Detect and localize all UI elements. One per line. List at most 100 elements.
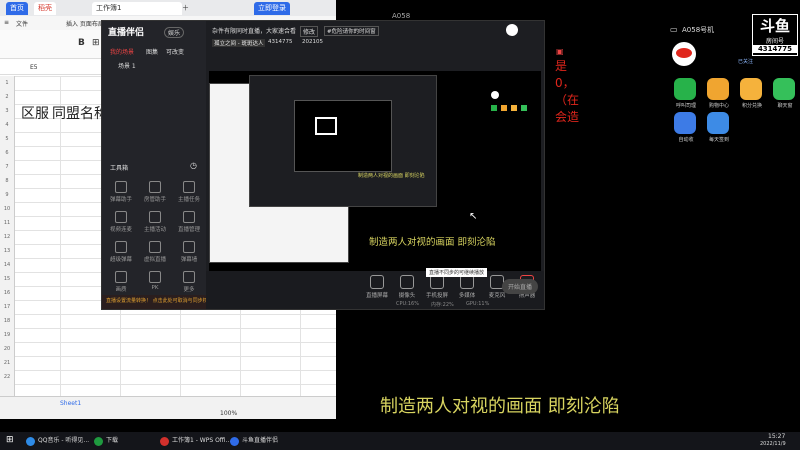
scene-tab-editable[interactable]: 可改变	[166, 47, 184, 56]
tool-icon	[183, 241, 195, 253]
avatar[interactable]	[506, 24, 518, 36]
tool-label: 视频连麦	[109, 227, 132, 233]
row-label[interactable]: 12	[0, 234, 14, 240]
taskbar-item-label: 下载	[106, 437, 119, 444]
row-label[interactable]: 7	[0, 164, 14, 170]
row-label[interactable]: 22	[0, 374, 14, 380]
row-label[interactable]: 13	[0, 248, 14, 254]
stream-preview[interactable]: 制造两人对视的画面 即刻沦陷 ↖ 制造两人对视的画面 即刻沦陷	[209, 71, 541, 271]
taskbar-item[interactable]: QQ音乐 - 听得见...	[24, 434, 100, 448]
room-badge[interactable]: #危险请你的时间窗	[324, 26, 379, 36]
wps-status-bar: Sheet1 100%	[0, 396, 336, 419]
sheet-tab[interactable]: Sheet1	[60, 400, 81, 407]
cell-a2[interactable]: 区服	[21, 103, 49, 123]
tool-icon	[115, 241, 127, 253]
tab-workbook[interactable]: 工作簿1	[92, 2, 182, 15]
tool-item[interactable]: 更多	[174, 271, 204, 293]
row-label[interactable]: 15	[0, 276, 14, 282]
app-icon[interactable]	[707, 112, 729, 134]
bottom-button[interactable]: 多媒体	[452, 275, 482, 299]
app-icon[interactable]	[707, 78, 729, 100]
preview-caption: 制造两人对视的画面 即刻沦陷	[369, 237, 496, 248]
row-label[interactable]: 19	[0, 332, 14, 338]
bottom-button-icon	[430, 275, 444, 289]
scene-item[interactable]: 场景 1	[118, 61, 136, 70]
tool-item[interactable]: 弹幕助手	[106, 181, 136, 203]
row-label[interactable]: 3	[0, 108, 14, 114]
tool-item[interactable]: 直播管理	[174, 211, 204, 233]
scene-tab-mine[interactable]: 我的场景	[110, 47, 134, 56]
red-line: 会造	[555, 110, 580, 124]
tab-daoke[interactable]: 稻壳	[34, 2, 56, 15]
start-live-button[interactable]: 开始直播	[502, 279, 539, 294]
tool-icon	[183, 211, 195, 223]
app-label: 每天签到	[708, 137, 729, 143]
cursor-icon: ↖	[469, 211, 478, 222]
login-button[interactable]: 立即登录	[254, 2, 290, 15]
bottom-button-icon	[370, 275, 384, 289]
taskbar-item[interactable]: 下载	[92, 434, 146, 448]
row-label[interactable]: 5	[0, 136, 14, 142]
cell-reference[interactable]: E5	[30, 64, 38, 71]
row-label[interactable]: 1	[0, 80, 14, 86]
taskbar-item[interactable]: 工作簿1 - WPS Offi...	[158, 434, 234, 448]
bottom-button[interactable]: 摄像头	[392, 275, 422, 299]
taskbar-item[interactable]: 斗鱼直播伴侣	[228, 434, 304, 448]
app-icon[interactable]	[674, 112, 696, 134]
row-label[interactable]: 4	[0, 122, 14, 128]
bottom-button-label: 摄像头	[398, 293, 416, 299]
tool-label: 房管助手	[143, 197, 166, 203]
row-label[interactable]: 8	[0, 178, 14, 184]
taskbar-item-label: 斗鱼直播伴侣	[242, 437, 279, 444]
app-icon[interactable]	[740, 78, 762, 100]
taskbar-item-label: QQ音乐 - 听得见...	[38, 437, 90, 444]
tool-item[interactable]: 超级弹幕	[106, 241, 136, 263]
app-icon[interactable]	[773, 78, 795, 100]
tool-item[interactable]: 主播活动	[140, 211, 170, 233]
tab-home[interactable]: 首页	[6, 2, 28, 15]
tool-item[interactable]: 主播任务	[174, 181, 204, 203]
room-title: 杂件有限同时直播，大家速合看	[212, 28, 297, 35]
menu-file[interactable]: 文件	[16, 19, 28, 28]
tool-item[interactable]: 弹幕墙	[174, 241, 204, 263]
row-label[interactable]: 17	[0, 304, 14, 310]
tool-item[interactable]: 画质	[106, 271, 136, 293]
panda-avatar[interactable]	[672, 42, 696, 66]
row-label[interactable]: 9	[0, 192, 14, 198]
bottom-button-label: 多媒体	[458, 293, 476, 299]
scene-tab-gallery[interactable]: 图集	[146, 47, 158, 56]
tool-item[interactable]: 房管助手	[140, 181, 170, 203]
tool-item[interactable]: 视频连麦	[106, 211, 136, 233]
channel-badge[interactable]: 娱乐	[164, 27, 185, 38]
row-label[interactable]: 21	[0, 360, 14, 366]
row-label[interactable]: 2	[0, 94, 14, 100]
app-icon	[26, 437, 35, 446]
gift-icon[interactable]: ▣	[556, 47, 564, 56]
bottom-button-icon	[460, 275, 474, 289]
row-label[interactable]: 16	[0, 290, 14, 296]
row-label[interactable]: 11	[0, 220, 14, 226]
tool-icon	[183, 181, 195, 193]
app-icon[interactable]	[674, 78, 696, 100]
bold-icon[interactable]: B	[78, 38, 85, 48]
toolbox-settings-icon[interactable]: ◷	[190, 161, 197, 170]
row-label[interactable]: 20	[0, 346, 14, 352]
new-tab-icon[interactable]: ＋	[178, 2, 193, 15]
tool-item[interactable]: PK	[140, 271, 170, 291]
nested-douyu-preview: 制造两人对视的画面 即刻沦陷	[249, 75, 437, 207]
tool-icon	[149, 181, 161, 193]
app-label: 呼叫司理	[675, 103, 696, 109]
follow-link[interactable]: 已关注	[738, 58, 753, 65]
row-label[interactable]: 14	[0, 262, 14, 268]
windows-start-icon[interactable]: ⊞	[6, 435, 14, 445]
tool-item[interactable]: 虚拟直播	[140, 241, 170, 263]
bottom-button[interactable]: 直播屏幕	[362, 275, 392, 299]
row-label[interactable]: 18	[0, 318, 14, 324]
font-icon[interactable]: ⊞	[92, 38, 100, 48]
modify-button[interactable]: 修改	[300, 26, 319, 37]
row-label[interactable]: 10	[0, 206, 14, 212]
row-label[interactable]: 6	[0, 150, 14, 156]
cell-b2[interactable]: 同盟名称	[52, 103, 108, 123]
bottom-button[interactable]: 手机投屏	[422, 275, 452, 299]
hamburger-icon[interactable]: ≡	[4, 19, 9, 26]
